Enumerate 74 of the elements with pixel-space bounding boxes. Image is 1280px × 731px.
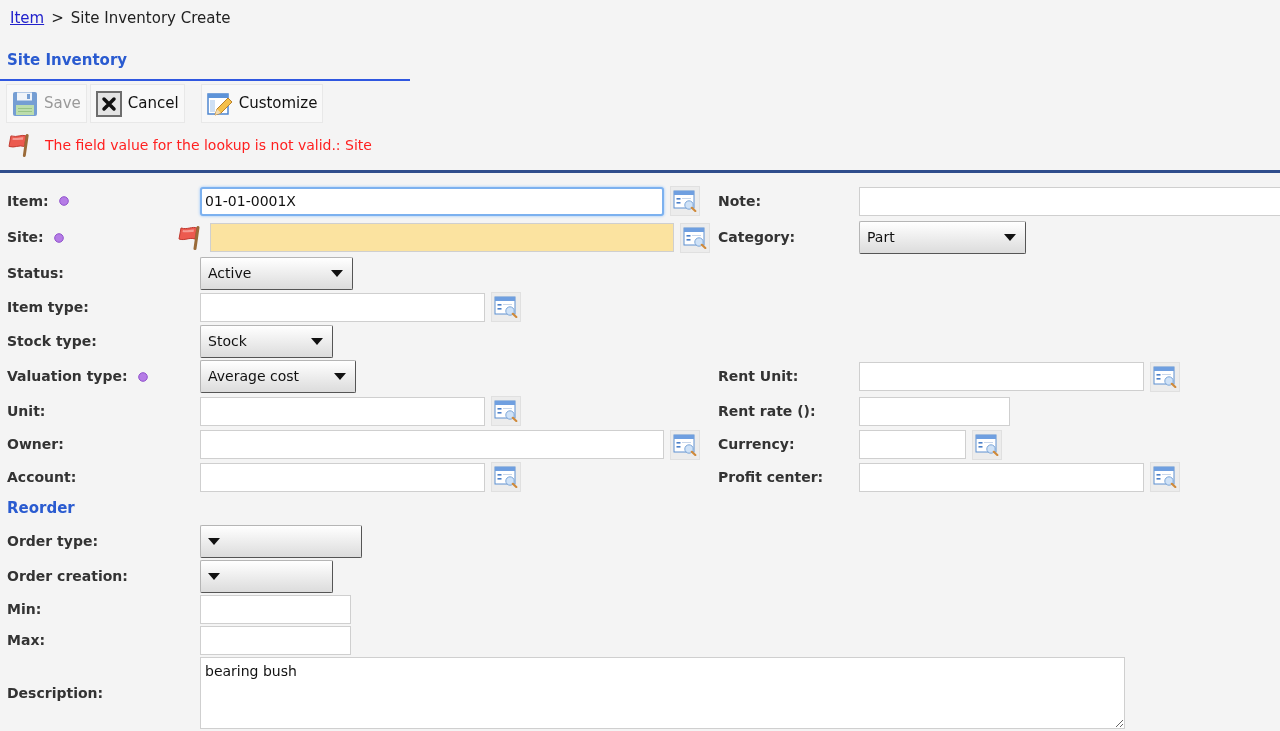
breadcrumb-current: Site Inventory Create [70,7,231,29]
field-label: Category: [718,228,796,247]
input-field[interactable] [200,292,485,322]
field-label: Account: [7,467,77,487]
input-field[interactable] [200,396,485,426]
field-label: Valuation type: [7,367,128,386]
input-field[interactable] [859,362,1144,391]
caret-down-icon [331,269,343,277]
input-field[interactable] [859,186,1280,216]
field-label: Order type: [7,532,99,551]
caret-down-icon [1004,234,1016,241]
lookup-button[interactable] [972,429,1002,460]
lookup-button[interactable] [1150,361,1180,392]
dropdown[interactable] [200,559,333,593]
breadcrumb-link[interactable]: Item [10,6,45,30]
dropdown[interactable]: Active [200,256,353,290]
lookup-button[interactable] [670,429,700,460]
dropdown[interactable]: Stock [200,325,333,358]
field-label: Rent rate (): [718,401,816,421]
field-label: Site: [7,228,44,247]
input-field[interactable] [200,430,664,459]
caret-down-icon [208,538,220,545]
field-label: Max: [7,631,45,650]
error-message: The field value for the lookup is not valid.: Site [45,135,372,155]
section-title: Site Inventory [7,49,128,71]
window-magnifier-icon [494,400,518,422]
lookup-button[interactable] [1150,462,1180,492]
field-label: Owner: [7,435,64,454]
dropdown[interactable]: Average cost [200,360,356,393]
lookup-button[interactable] [491,462,521,492]
input-field[interactable] [859,396,1010,426]
lookup-button[interactable] [670,186,700,216]
section-heading: Reorder [7,498,75,520]
field-label: Rent Unit: [718,367,799,386]
input-field[interactable] [210,223,674,252]
input-field[interactable]: 01-01-0001X [200,186,664,216]
caret-down-icon [334,373,346,380]
window-magnifier-icon [683,226,707,249]
input-field[interactable] [200,462,485,492]
input-field[interactable] [859,462,1144,492]
window-magnifier-icon [1153,365,1177,388]
input-field[interactable] [200,594,351,624]
window-pencil-icon [206,90,233,117]
window-magnifier-icon [1153,466,1177,488]
input-field[interactable] [859,430,966,459]
dropdown[interactable] [200,525,362,558]
dropdown[interactable]: Part [859,221,1026,254]
cancel-button[interactable]: Cancel [89,84,185,123]
field-label: Item: [7,191,49,211]
field-label: Min: [7,599,42,619]
field-label: Item type: [7,297,89,317]
lookup-button[interactable] [491,292,521,322]
text-area[interactable]: bearing bush [200,657,1125,729]
field-label: Currency: [718,435,795,454]
input-field[interactable] [200,626,351,655]
field-label: Description: [7,683,104,703]
customize-button[interactable]: Customize [200,84,324,123]
field-label: Stock type: [7,332,97,351]
lookup-button[interactable] [680,222,710,253]
lookup-button[interactable] [491,396,521,426]
field-label: Order creation: [7,566,128,586]
field-label: Status: [7,263,64,283]
breadcrumb-separator: > [51,7,64,29]
window-magnifier-icon [673,190,697,212]
window-magnifier-icon [494,296,518,318]
caret-down-icon [208,572,220,580]
window-magnifier-icon [673,433,697,456]
field-label: Profit center: [718,467,824,487]
caret-down-icon [311,338,323,345]
field-label: Unit: [7,401,46,421]
field-label: Note: [718,191,762,211]
close-icon [95,90,122,117]
window-magnifier-icon [494,466,518,488]
window-magnifier-icon [975,433,999,456]
